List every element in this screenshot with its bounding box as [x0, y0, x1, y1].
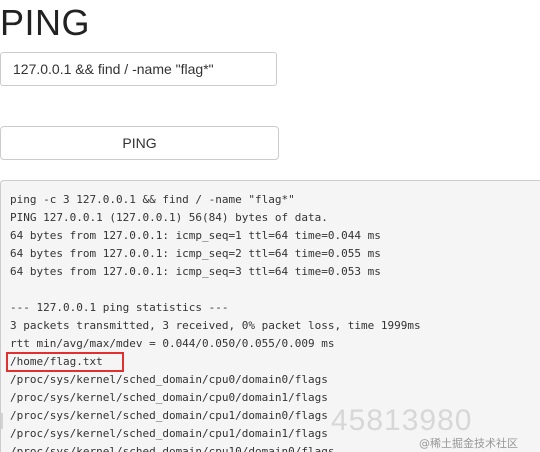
output-line: /proc/sys/kernel/sched_domain/cpu0/domai… — [10, 391, 328, 404]
watermark-digits: 45813980 — [331, 404, 473, 437]
page-title: PING — [0, 2, 91, 43]
watermark-mark — [1, 413, 15, 429]
output-line: --- 127.0.0.1 ping statistics --- — [10, 301, 229, 314]
output-line: PING 127.0.0.1 (127.0.0.1) 56(84) bytes … — [10, 211, 328, 224]
watermark-site: @稀土掘金技术社区 — [419, 437, 518, 450]
output-line: /proc/sys/kernel/sched_domain/cpu0/domai… — [10, 373, 328, 386]
output-line: 64 bytes from 127.0.0.1: icmp_seq=2 ttl=… — [10, 247, 381, 260]
output-line: /proc/sys/kernel/sched_domain/cpu10/doma… — [10, 445, 335, 452]
ping-button[interactable]: PING — [0, 126, 279, 160]
output-line: 64 bytes from 127.0.0.1: icmp_seq=1 ttl=… — [10, 229, 381, 242]
flag-highlight-box — [6, 352, 124, 372]
output-line: /proc/sys/kernel/sched_domain/cpu1/domai… — [10, 427, 328, 440]
output-line: 3 packets transmitted, 3 received, 0% pa… — [10, 319, 421, 332]
output-line: /proc/sys/kernel/sched_domain/cpu1/domai… — [10, 409, 328, 422]
output-line: 64 bytes from 127.0.0.1: icmp_seq=3 ttl=… — [10, 265, 381, 278]
output-line: rtt min/avg/max/mdev = 0.044/0.050/0.055… — [10, 337, 335, 350]
command-input[interactable] — [0, 52, 277, 86]
output-line: ping -c 3 127.0.0.1 && find / -name "fla… — [10, 193, 295, 206]
ping-output: ping -c 3 127.0.0.1 && find / -name "fla… — [0, 180, 540, 452]
